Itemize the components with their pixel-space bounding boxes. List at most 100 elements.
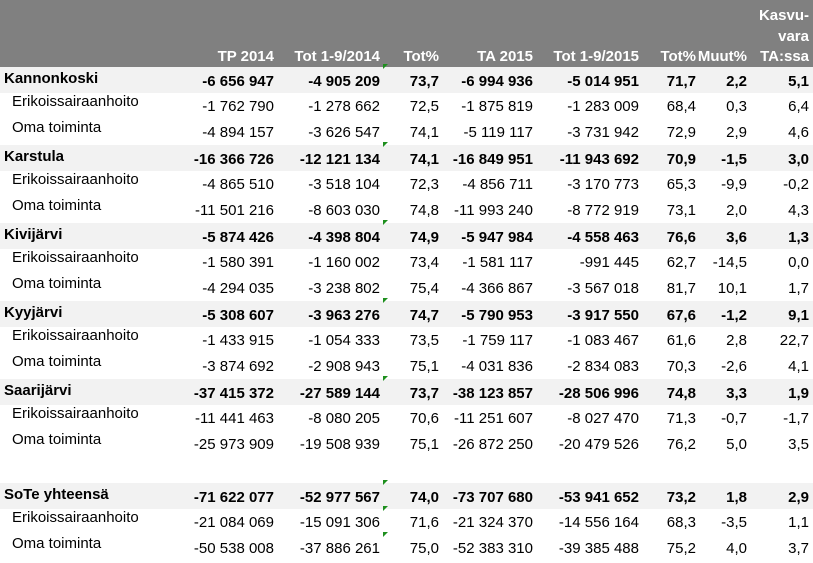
cell-tp2014[interactable]: -4 894 157 [202,124,274,141]
cell-totpct2015[interactable]: 75,2 [667,540,696,557]
cell-kasvuvara[interactable]: 22,7 [780,332,809,349]
row-label[interactable]: Erikoissairaanhoito [4,93,139,110]
cell-totpct2015[interactable]: 62,7 [667,254,696,271]
comment-indicator-icon[interactable] [383,506,388,511]
cell-kasvuvara[interactable]: 9,1 [788,307,809,324]
cell-ta2015[interactable]: -11 251 607 [454,410,533,427]
cell-kasvuvara[interactable]: 0,0 [788,254,809,271]
cell-kasvuvara[interactable]: 4,3 [788,202,809,219]
cell-ta2015[interactable]: -4 031 836 [461,358,533,375]
cell-muutpct[interactable]: 3,3 [726,385,747,402]
table-row[interactable]: Oma toiminta -4 894 157 -3 626 547 74,1 -5 1… [0,119,813,145]
header-muutpct[interactable]: Muut% [698,48,747,66]
cell-ta2015[interactable]: -52 383 310 [453,540,533,557]
cell-totpct2014[interactable]: 74,0 [410,489,439,506]
cell-ta2015[interactable]: -1 759 117 [462,332,533,349]
cell-totpct2014[interactable]: 72,5 [410,98,439,115]
cell-totpct2014[interactable]: 74,1 [410,151,439,168]
cell-kasvuvara[interactable]: 3,0 [788,151,809,168]
cell-totpct2015[interactable]: 70,9 [667,151,696,168]
cell-tot2014[interactable]: -27 589 144 [300,385,380,402]
cell-tot2015[interactable]: -1 083 467 [567,332,639,349]
cell-ta2015[interactable]: -4 856 711 [462,176,533,193]
header-ta2015[interactable]: TA 2015 [477,48,533,66]
cell-tot2015[interactable]: -14 556 164 [559,514,639,531]
cell-tot2015[interactable]: -3 917 550 [567,307,639,324]
cell-totpct2015[interactable]: 68,3 [667,514,696,531]
cell-kasvuvara[interactable]: 4,1 [788,358,809,375]
cell-totpct2014[interactable]: 70,6 [410,410,439,427]
cell-totpct2014[interactable]: 75,0 [410,540,439,557]
cell-tot2015[interactable]: -1 283 009 [567,98,639,115]
row-label[interactable]: SoTe yhteensä [4,486,109,503]
cell-tot2014[interactable]: -37 886 261 [300,540,380,557]
cell-totpct2015[interactable]: 65,3 [667,176,696,193]
cell-tp2014[interactable]: -1 762 790 [202,98,274,115]
table-row[interactable]: Oma toiminta -3 874 692 -2 908 943 75,1 -4 0… [0,353,813,379]
cell-tot2014[interactable]: -12 121 134 [300,151,380,168]
cell-ta2015[interactable]: -4 366 867 [461,280,533,297]
cell-totpct2015[interactable]: 72,9 [667,124,696,141]
cell-kasvuvara[interactable]: 1,1 [788,514,809,531]
table-row[interactable]: Oma toiminta -50 538 008 -37 886 261 75,0 -5… [0,535,813,561]
cell-muutpct[interactable]: 2,0 [726,202,747,219]
table-row[interactable]: Erikoissairaanhoito -1 762 790 -1 278 662 7… [0,93,813,119]
cell-tot2014[interactable]: -1 054 333 [308,332,380,349]
row-label[interactable]: Kyyjärvi [4,304,62,321]
cell-tp2014[interactable]: -16 366 726 [194,151,274,168]
header-tp2014[interactable]: TP 2014 [218,48,274,66]
table-row[interactable]: Oma toiminta -25 973 909 -19 508 939 75,1 -2… [0,431,813,457]
cell-tot2015[interactable]: -5 014 951 [567,73,639,90]
cell-muutpct[interactable]: 4,0 [726,540,747,557]
cell-muutpct[interactable]: 1,8 [726,489,747,506]
table-row[interactable]: Erikoissairaanhoito -21 084 069 -15 091 30… [0,509,813,535]
cell-tp2014[interactable]: -1 580 391 [202,254,274,271]
header-kasvuvara-line2[interactable]: vara [778,28,809,46]
cell-ta2015[interactable]: -5 947 984 [461,229,533,246]
row-label[interactable]: Oma toiminta [4,353,101,370]
cell-totpct2014[interactable]: 75,1 [410,436,439,453]
cell-kasvuvara[interactable]: 3,7 [788,540,809,557]
cell-totpct2015[interactable]: 67,6 [667,307,696,324]
cell-tp2014[interactable]: -5 308 607 [202,307,274,324]
cell-muutpct[interactable]: 2,9 [726,124,747,141]
table-row[interactable]: Oma toiminta -11 501 216 -8 603 030 74,8 -11… [0,197,813,223]
cell-muutpct[interactable]: -9,9 [721,176,747,193]
cell-ta2015[interactable]: -16 849 951 [453,151,533,168]
cell-ta2015[interactable]: -73 707 680 [453,489,533,506]
cell-totpct2014[interactable]: 74,1 [410,124,439,141]
cell-totpct2014[interactable]: 75,4 [410,280,439,297]
cell-totpct2014[interactable]: 75,1 [410,358,439,375]
cell-ta2015[interactable]: -38 123 857 [453,385,533,402]
table-row[interactable]: Erikoissairaanhoito -11 441 463 -8 080 205… [0,405,813,431]
cell-totpct2015[interactable]: 73,2 [667,489,696,506]
cell-muutpct[interactable]: 2,2 [726,73,747,90]
cell-totpct2015[interactable]: 71,7 [667,73,696,90]
cell-tp2014[interactable]: -4 294 035 [202,280,274,297]
cell-tp2014[interactable]: -11 501 216 [195,202,274,219]
cell-ta2015[interactable]: -26 872 250 [453,436,533,453]
cell-ta2015[interactable]: -5 119 117 [464,124,534,141]
cell-tot2015[interactable]: -3 731 942 [567,124,639,141]
table-row[interactable]: Erikoissairaanhoito -1 433 915 -1 054 333 7… [0,327,813,353]
cell-totpct2015[interactable]: 73,1 [667,202,696,219]
cell-ta2015[interactable]: -21 324 370 [453,514,533,531]
cell-tot2015[interactable]: -4 558 463 [567,229,639,246]
cell-tot2015[interactable]: -991 445 [580,254,639,271]
table-row-blank[interactable] [0,457,813,483]
cell-kasvuvara[interactable]: -1,7 [783,410,809,427]
cell-kasvuvara[interactable]: 6,4 [788,98,809,115]
header-totpct2015[interactable]: Tot% [660,48,696,66]
cell-totpct2015[interactable]: 81,7 [667,280,696,297]
cell-tot2014[interactable]: -3 238 802 [308,280,380,297]
cell-tp2014[interactable]: -37 415 372 [194,385,274,402]
cell-muutpct[interactable]: 0,3 [726,98,747,115]
cell-muutpct[interactable]: -2,6 [721,358,747,375]
cell-totpct2015[interactable]: 61,6 [667,332,696,349]
cell-muutpct[interactable]: 2,8 [726,332,747,349]
cell-tot2014[interactable]: -15 091 306 [300,514,380,531]
comment-indicator-icon[interactable] [383,532,388,537]
header-tot2014[interactable]: Tot 1-9/2014 [294,48,380,66]
cell-totpct2014[interactable]: 73,4 [410,254,439,271]
cell-muutpct[interactable]: -3,5 [721,514,747,531]
